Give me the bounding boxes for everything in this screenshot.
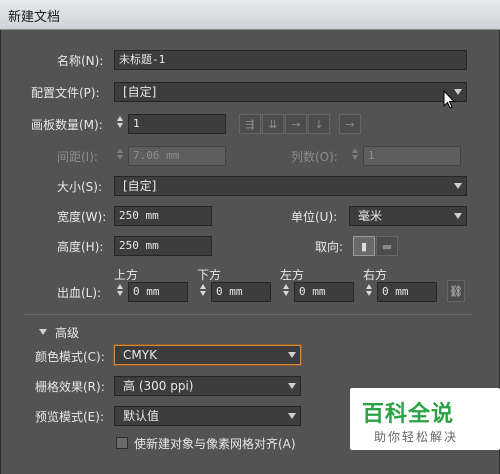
bleed-left-label: 左方 (280, 268, 305, 282)
chevron-down-icon (454, 183, 462, 189)
columns-stepper (349, 146, 361, 166)
align-pixel-label: 使新建对象与像素网格对齐(A) (134, 437, 296, 451)
bleed-left-stepper[interactable] (280, 282, 292, 302)
mouse-cursor-icon (443, 90, 456, 109)
step-up-icon (352, 148, 358, 153)
raster-select[interactable]: 高 (300 ppi) (114, 376, 301, 396)
units-value: 毫米 (358, 209, 383, 223)
step-down-icon (283, 291, 289, 296)
portrait-icon[interactable]: ▮ (353, 236, 375, 256)
bleed-top-stepper[interactable] (114, 282, 126, 302)
artboards-stepper[interactable] (114, 114, 126, 134)
name-label: 名称(N): (57, 54, 104, 68)
step-up-icon (200, 284, 206, 289)
bleed-top-label: 上方 (114, 268, 139, 282)
step-down-icon (117, 291, 123, 296)
landscape-icon[interactable]: ▬ (376, 236, 398, 256)
size-value: [自定] (123, 179, 157, 193)
columns-label: 列数(O): (291, 150, 338, 164)
color-mode-select[interactable]: CMYK (114, 345, 301, 365)
link-icon[interactable]: ⛓ (447, 280, 465, 302)
units-select[interactable]: 毫米 (349, 206, 467, 226)
step-up-icon (283, 284, 289, 289)
step-up-icon (117, 148, 123, 153)
artboards-input[interactable]: 1 (128, 114, 226, 134)
bleed-label: 出血(L): (57, 286, 102, 300)
bleed-right-label: 右方 (363, 268, 388, 282)
arrange-by-column-icon[interactable]: ↓ (308, 114, 330, 134)
step-up-icon (117, 116, 123, 121)
chevron-down-icon (288, 413, 296, 419)
spacing-stepper (114, 146, 126, 166)
bleed-bottom-stepper[interactable] (197, 282, 209, 302)
watermark-title: 百科全说 (362, 402, 455, 427)
profile-value: [自定] (123, 85, 157, 99)
align-pixel-checkbox[interactable] (116, 437, 128, 449)
bleed-right-input[interactable]: 0 mm (377, 282, 437, 302)
chevron-down-icon (288, 352, 296, 358)
size-label: 大小(S): (57, 180, 103, 194)
collapse-triangle-icon (39, 329, 47, 335)
arrange-by-row-icon[interactable]: → (285, 114, 307, 134)
color-mode-label: 颜色模式(C): (35, 350, 105, 364)
watermark-logo: 百科全说 助你轻松解决 (350, 388, 500, 450)
profile-select[interactable]: [自定] (114, 82, 467, 102)
name-input[interactable]: 未标题-1 (114, 50, 467, 70)
bleed-bottom-label: 下方 (197, 268, 222, 282)
preview-value: 默认值 (123, 409, 160, 423)
divider (23, 314, 473, 315)
height-label: 高度(H): (57, 240, 104, 254)
bleed-bottom-input[interactable]: 0 mm (211, 282, 271, 302)
width-label: 宽度(W): (57, 210, 107, 224)
spacing-input: 7.06 mm (128, 146, 226, 166)
watermark-subtitle: 助你轻松解决 (374, 430, 459, 444)
preview-select[interactable]: 默认值 (114, 406, 301, 426)
step-down-icon (366, 291, 372, 296)
chevron-down-icon (454, 213, 462, 219)
step-down-icon (117, 123, 123, 128)
artboards-label: 画板数量(M): (31, 118, 103, 132)
step-down-icon (200, 291, 206, 296)
step-down-icon (117, 155, 123, 160)
bleed-left-input[interactable]: 0 mm (294, 282, 354, 302)
step-up-icon (117, 284, 123, 289)
units-label: 单位(U): (291, 210, 338, 224)
step-up-icon (366, 284, 372, 289)
title-bar: 新建文档 (0, 0, 500, 30)
height-input[interactable]: 250 mm (114, 236, 212, 256)
bleed-right-stepper[interactable] (363, 282, 375, 302)
orientation-label: 取向: (315, 240, 344, 254)
grid-by-column-icon[interactable]: ⇊ (262, 114, 284, 134)
chevron-down-icon (288, 383, 296, 389)
width-input[interactable]: 250 mm (114, 206, 212, 226)
step-down-icon (352, 155, 358, 160)
raster-value: 高 (300 ppi) (123, 379, 194, 393)
color-mode-value: CMYK (123, 348, 157, 362)
size-select[interactable]: [自定] (114, 176, 467, 196)
advanced-label: 高级 (55, 326, 80, 340)
right-to-left-icon[interactable]: → (339, 114, 361, 134)
columns-input: 1 (363, 146, 461, 166)
preview-label: 预览模式(E): (35, 410, 104, 424)
window-title: 新建文档 (8, 10, 61, 25)
raster-label: 栅格效果(R): (35, 380, 105, 394)
spacing-label: 间距(I): (57, 150, 98, 164)
grid-by-row-icon[interactable]: ⇶ (239, 114, 261, 134)
bleed-top-input[interactable]: 0 mm (128, 282, 188, 302)
profile-label: 配置文件(P): (31, 86, 100, 100)
